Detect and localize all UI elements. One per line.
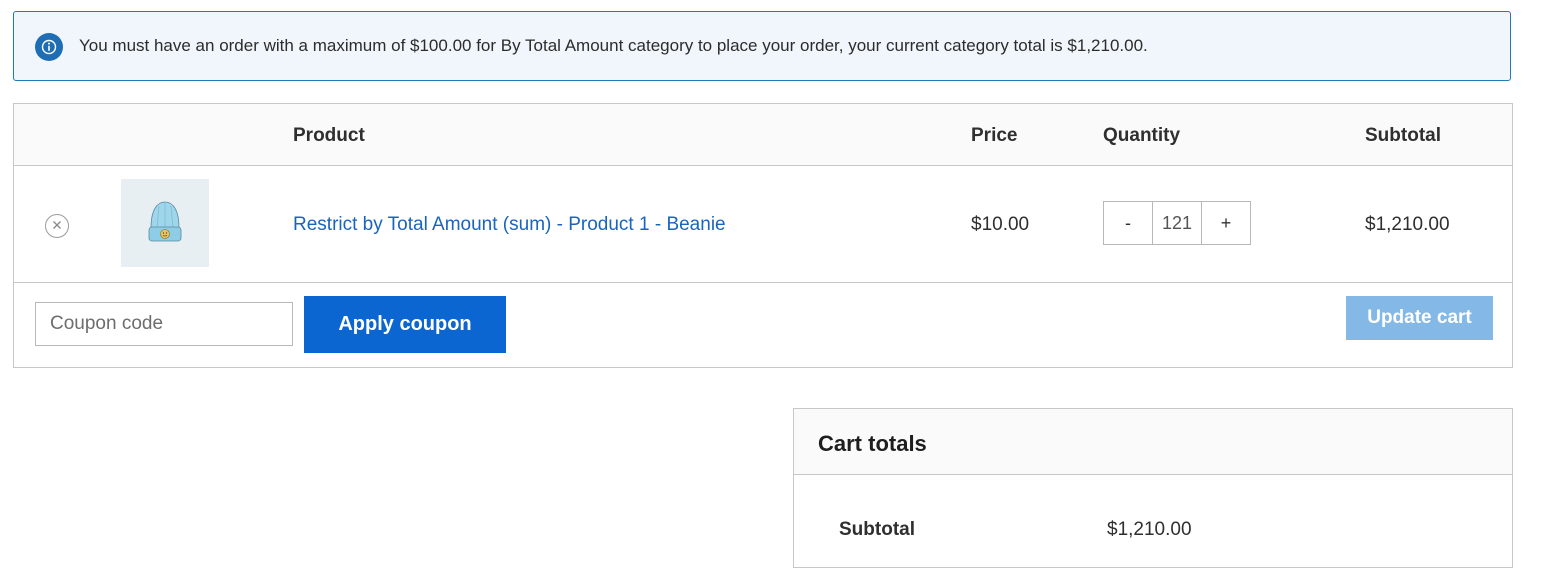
item-subtotal: $1,210.00	[1365, 214, 1450, 235]
totals-subtotal-value: $1,210.00	[1107, 519, 1192, 540]
column-header-subtotal: Subtotal	[1365, 125, 1441, 146]
update-cart-button[interactable]: Update cart	[1346, 296, 1493, 340]
notice-message: You must have an order with a maximum of…	[79, 36, 1148, 55]
column-header-price: Price	[971, 125, 1018, 146]
info-icon	[35, 33, 63, 61]
coupon-code-input[interactable]	[35, 302, 293, 346]
cart-totals-header: Cart totals	[794, 409, 1512, 475]
cart-totals-panel: Cart totals Subtotal $1,210.00	[793, 408, 1513, 568]
column-header-product: Product	[293, 125, 365, 146]
close-circle-icon	[52, 217, 62, 235]
product-thumbnail[interactable]	[121, 179, 209, 267]
cart-item-row	[14, 165, 1512, 283]
quantity-decrease-button[interactable]: -	[1104, 202, 1152, 244]
product-name-link[interactable]: Restrict by Total Amount (sum) - Product…	[293, 214, 726, 236]
apply-coupon-button[interactable]: Apply coupon	[304, 296, 506, 353]
notice-banner: You must have an order with a maximum of…	[13, 11, 1511, 81]
cart-table-header: Product Price Quantity Subtotal	[14, 104, 1512, 166]
totals-subtotal-label: Subtotal	[839, 519, 915, 540]
cart-totals-title: Cart totals	[818, 431, 927, 456]
cart-table: Product Price Quantity Subtotal Restrict…	[13, 103, 1513, 368]
quantity-input[interactable]: 121	[1152, 202, 1202, 244]
quantity-stepper: - 121 +	[1103, 201, 1251, 245]
item-price: $10.00	[971, 214, 1030, 235]
remove-item-button[interactable]	[45, 214, 69, 238]
column-header-quantity: Quantity	[1103, 125, 1181, 146]
quantity-increase-button[interactable]: +	[1202, 202, 1250, 244]
beanie-thumbnail	[148, 201, 182, 242]
